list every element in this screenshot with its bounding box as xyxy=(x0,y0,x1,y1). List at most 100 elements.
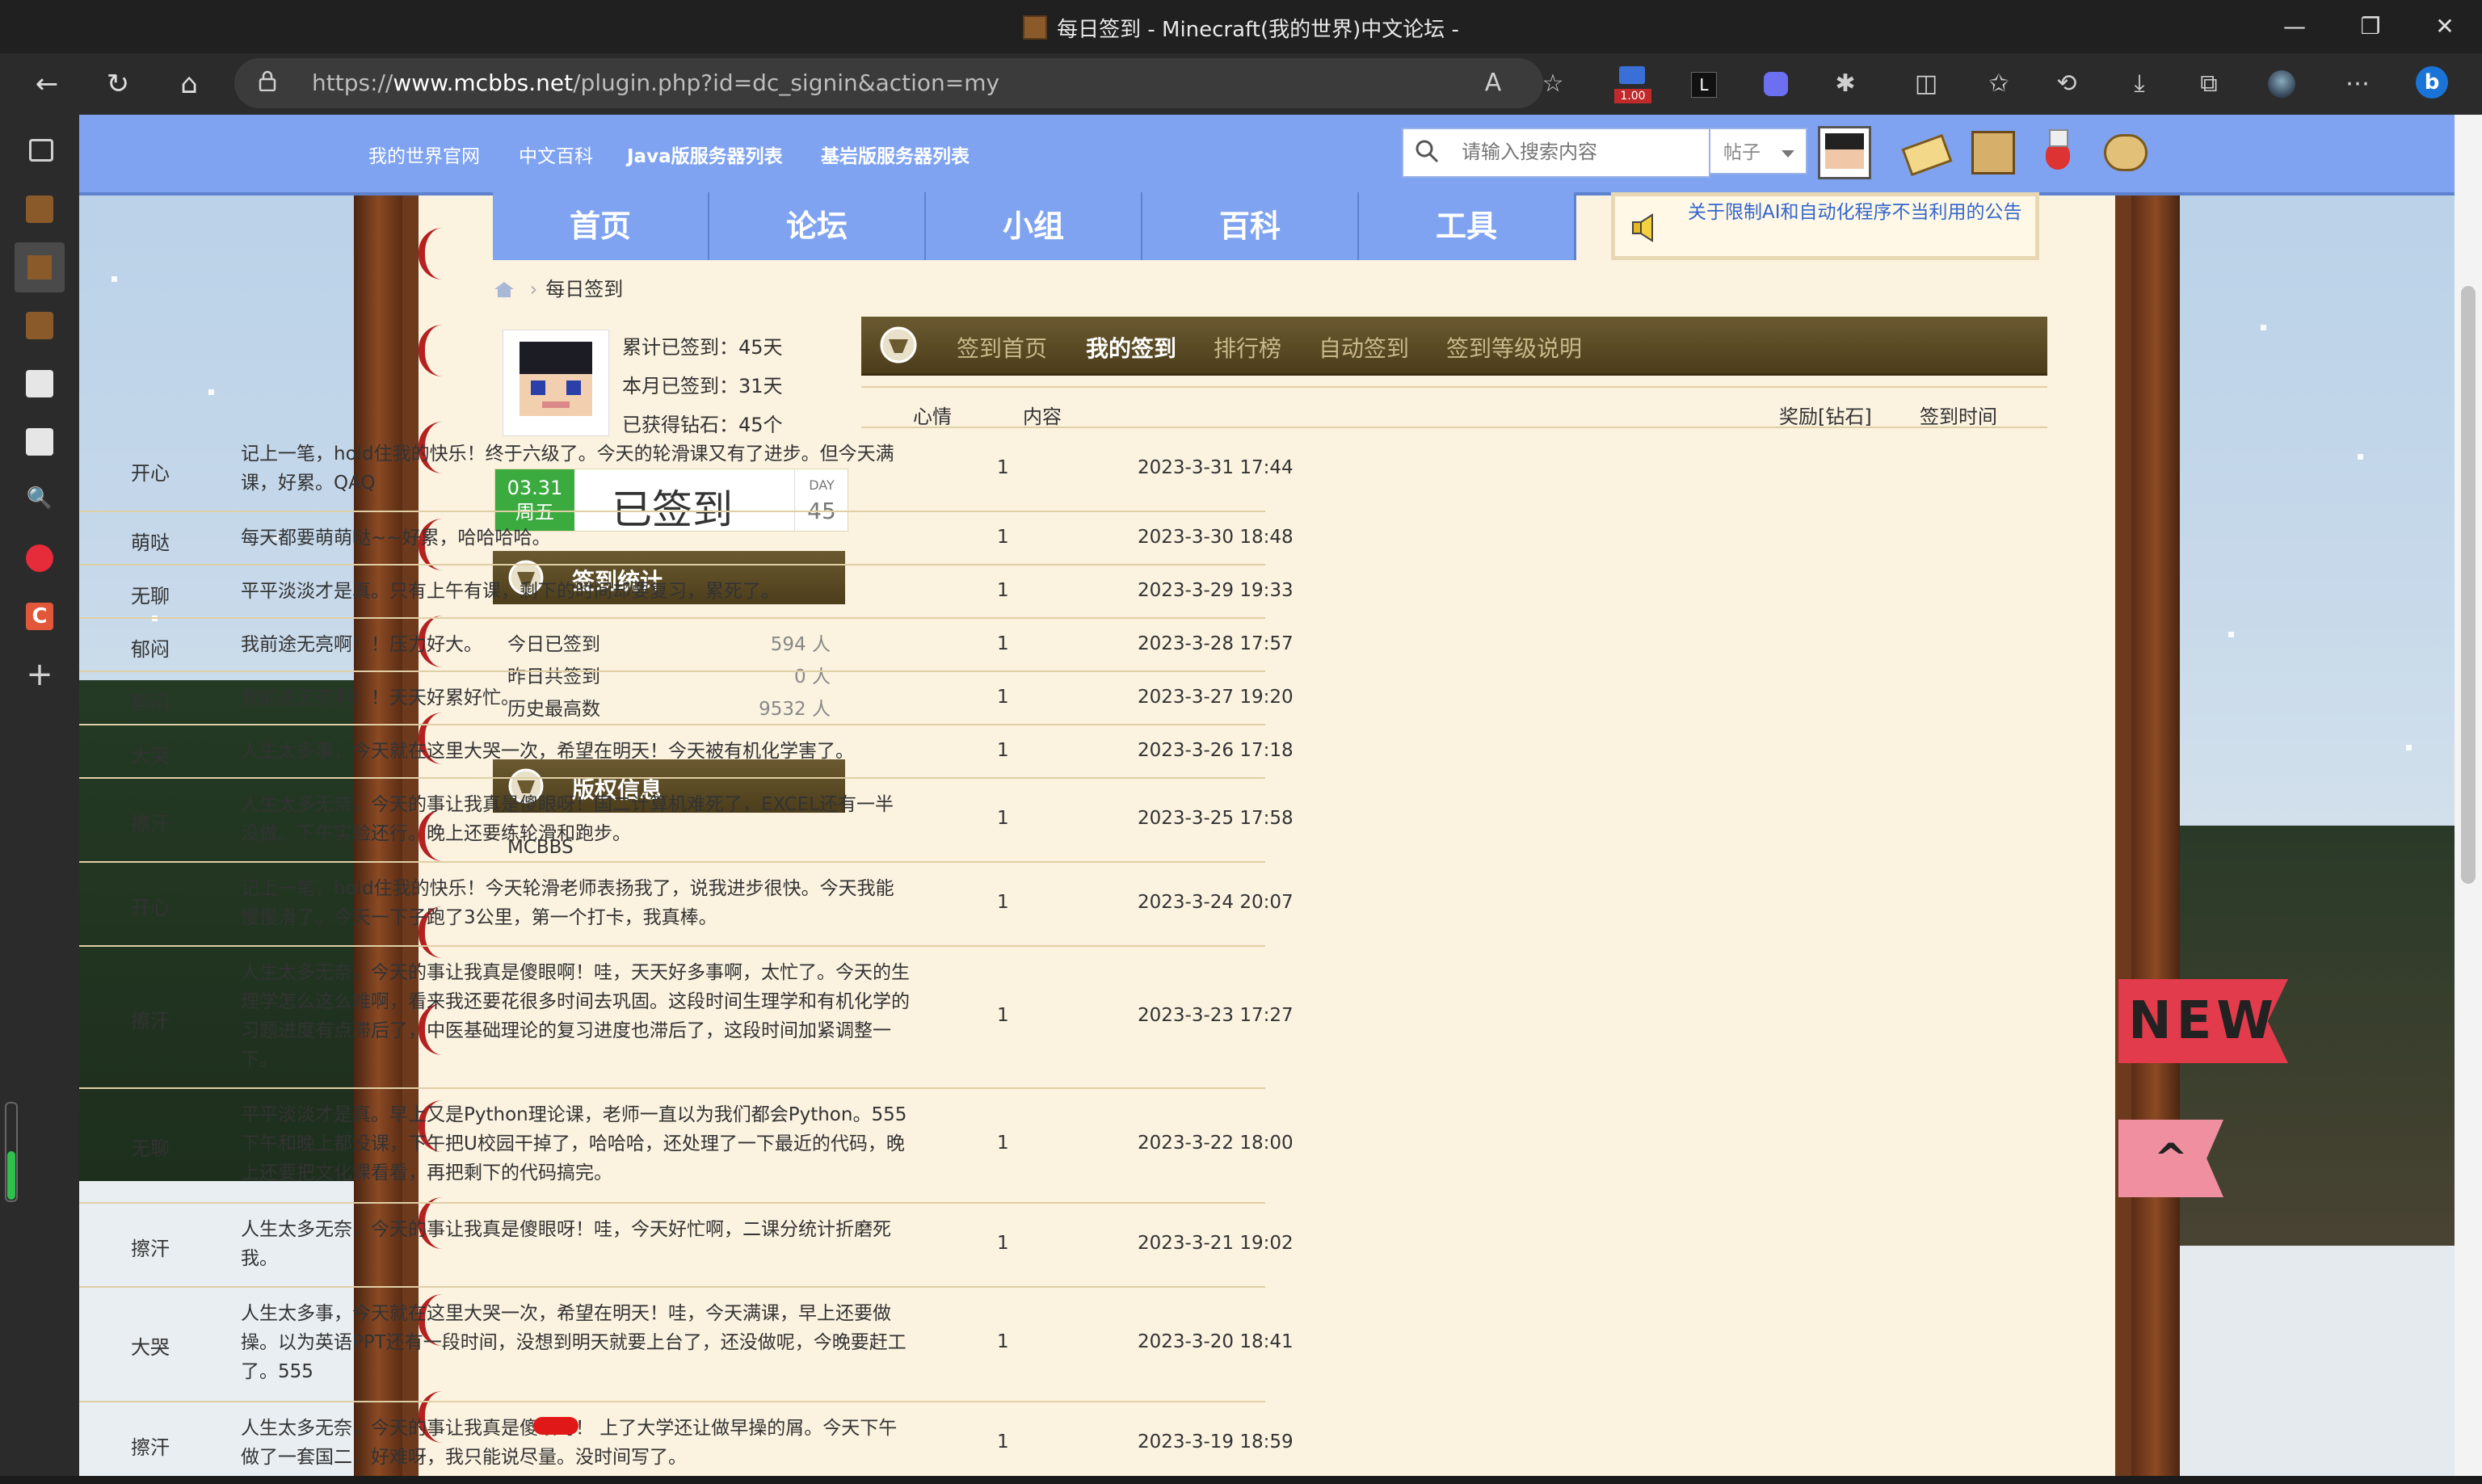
nav-tab-forum[interactable]: 论坛 xyxy=(709,192,927,260)
maximize-button[interactable]: ❐ xyxy=(2346,8,2395,45)
url-text[interactable]: https://www.mcbbs.net/plugin.php?id=dc_s… xyxy=(312,69,999,96)
palette-icon[interactable] xyxy=(2099,126,2148,174)
redaction-mark xyxy=(533,1417,578,1435)
table-row: 郁闷 我前途无亮啊！！压力好大。 1 2023-3-28 17:57 xyxy=(79,619,1294,672)
tab-document-2-icon[interactable] xyxy=(26,428,53,456)
row-content: 记上一笔，hold住我的快乐！终于六级了。今天的轮滑课又有了进步。但今天满课，好… xyxy=(241,444,894,494)
table-row: 大哭 人生太多事，今天就在这里大哭一次，希望在明天！哇，今天满课，早上还要做操。… xyxy=(79,1288,1294,1402)
page-scrollbar[interactable] xyxy=(2455,115,2482,1484)
row-content: 我前途无亮啊！！天天好累好忙。 xyxy=(241,687,520,708)
user-avatar[interactable] xyxy=(503,330,609,436)
close-button[interactable]: ✕ xyxy=(2421,8,2469,45)
row-content: 人生太多事，今天就在这里大哭一次，希望在明天！哇，今天满课，早上还要做操。以为英… xyxy=(241,1303,907,1382)
address-bar[interactable]: https://www.mcbbs.net/plugin.php?id=dc_s… xyxy=(234,58,1543,108)
window-title: 每日签到 - Minecraft(我的世界)中文论坛 - xyxy=(0,13,2482,43)
link-official-site[interactable]: 我的世界官网 xyxy=(368,141,480,168)
read-aloud-icon[interactable]: A xyxy=(1479,69,1508,98)
table-row: 萌哒 每天都要萌萌哒~~好累，哈哈哈哈。 1 2023-3-30 18:48 xyxy=(79,512,1294,565)
new-tab-icon[interactable]: + xyxy=(26,658,53,691)
tab-signin-home[interactable]: 签到首页 xyxy=(957,331,1047,364)
browser-toolbar: ← ↻ ⌂ https://www.mcbbs.net/plugin.php?i… xyxy=(0,53,2482,115)
table-row: 擦汗 人生太多无奈，今天的事让我真是傻眼呀！国二计算机难死了，EXCEL还有一半… xyxy=(79,779,1294,863)
tab-my-signin[interactable]: 我的签到 xyxy=(1086,331,1176,364)
tab-minecraft-3-icon[interactable] xyxy=(26,312,53,339)
forum-search-box xyxy=(1402,128,1710,178)
row-reward: 1 xyxy=(997,1133,1009,1154)
row-time: 2023-3-26 17:18 xyxy=(1138,740,1294,761)
split-screen-icon[interactable]: ◫ xyxy=(1912,69,1941,99)
row-reward: 1 xyxy=(997,527,1009,548)
tab-minecraft-1-icon[interactable] xyxy=(26,195,53,223)
row-content: 我前途无亮啊！！压力好大。 xyxy=(241,634,482,655)
row-mood: 郁闷 xyxy=(131,638,170,661)
extension-purple-icon[interactable] xyxy=(1761,69,1790,99)
nav-tab-wiki[interactable]: 百科 xyxy=(1142,192,1360,260)
nav-tab-home[interactable]: 首页 xyxy=(493,192,710,260)
user-avatar-icon[interactable] xyxy=(1818,126,1871,179)
search-scope-select[interactable]: 帖子 xyxy=(1709,128,1807,174)
header-time: 签到时间 xyxy=(1920,406,1997,428)
back-icon[interactable]: ← xyxy=(27,65,66,103)
row-reward: 1 xyxy=(997,1431,1009,1452)
potion-icon[interactable] xyxy=(2033,126,2081,174)
tab-netease-icon[interactable] xyxy=(26,544,53,572)
row-reward: 1 xyxy=(997,580,1009,601)
home-icon[interactable]: ⌂ xyxy=(170,65,208,103)
announcement-box[interactable]: 关于限制AI和自动化程序不当利用的公告 xyxy=(1611,192,2039,260)
table-row: 开心 记上一笔，hold住我的快乐！终于六级了。今天的轮滑课又有了进步。但今天满… xyxy=(79,428,1294,512)
tab-auto-signin[interactable]: 自动签到 xyxy=(1319,331,1409,364)
table-row: 擦汗 人生太多无奈，今天的事让我真是傻眼啊！哇，天天好多事啊，太忙了。今天的生理… xyxy=(79,947,1294,1089)
extension-video-icon[interactable]: 1.00 xyxy=(1614,61,1651,103)
ticket-icon[interactable] xyxy=(1900,126,1953,177)
row-time: 2023-3-19 18:59 xyxy=(1138,1431,1294,1452)
minimize-button[interactable]: — xyxy=(2270,8,2319,45)
table-top-border xyxy=(861,386,2047,388)
search-icon[interactable] xyxy=(1415,139,1439,163)
row-time: 2023-3-20 18:41 xyxy=(1138,1331,1294,1352)
crafting-block-icon[interactable] xyxy=(1967,126,2015,174)
refresh-icon[interactable]: ↻ xyxy=(99,65,137,103)
tab-actions-icon[interactable] xyxy=(29,139,53,162)
table-row: 大哭 人生太多事，今天就在这里大哭一次，希望在明天！今天被有机化学害了。 1 2… xyxy=(79,725,1294,779)
tab-ranking[interactable]: 排行榜 xyxy=(1214,331,1281,364)
more-icon[interactable]: ⋯ xyxy=(2343,69,2372,99)
copilot-icon[interactable]: b xyxy=(2416,66,2451,102)
search-input[interactable] xyxy=(1460,136,1697,168)
row-mood: 开心 xyxy=(131,462,170,485)
favorites-icon[interactable]: ✩ xyxy=(1984,69,2013,99)
new-badge[interactable]: NEW xyxy=(2118,979,2288,1063)
row-content: 平平淡淡才是真。只有上午有课，剩下的时间却要复习，累死了。 xyxy=(241,581,780,602)
downloads-icon[interactable]: ⤓ xyxy=(2125,69,2154,99)
month-signed-text: 本月已签到：31天 xyxy=(622,375,783,397)
nav-tab-tools[interactable]: 工具 xyxy=(1359,192,1576,260)
nav-tab-groups[interactable]: 小组 xyxy=(926,192,1143,260)
announcement-text[interactable]: 关于限制AI和自动化程序不当利用的公告 xyxy=(1688,201,2027,224)
tab-level-info[interactable]: 签到等级说明 xyxy=(1446,331,1582,364)
row-time: 2023-3-25 17:58 xyxy=(1138,808,1294,829)
row-mood: 萌哒 xyxy=(131,532,170,554)
signin-stamp-icon xyxy=(880,326,917,364)
collections-icon[interactable]: ⧉ xyxy=(2194,69,2223,99)
tab-search-icon[interactable]: 🔍 xyxy=(26,486,53,514)
tab-document-1-icon[interactable] xyxy=(26,370,53,397)
search-scope-value: 帖子 xyxy=(1723,142,1761,163)
row-time: 2023-3-24 20:07 xyxy=(1138,892,1294,913)
row-content: 人生太多无奈，今天的事让我真是傻眼呀！哇，今天好忙啊，二课分统计折磨死我。 xyxy=(241,1219,891,1269)
snowflake xyxy=(2358,454,2363,460)
extensions-icon[interactable]: ✱ xyxy=(1831,69,1860,99)
history-icon[interactable]: ⟲ xyxy=(2052,69,2081,99)
tab-minecraft-active[interactable] xyxy=(15,242,65,292)
link-wiki[interactable]: 中文百科 xyxy=(519,141,593,168)
favorite-add-icon[interactable]: ☆ xyxy=(1538,69,1567,99)
row-time: 2023-3-29 19:33 xyxy=(1138,580,1294,601)
extension-l-icon[interactable]: L xyxy=(1689,69,1718,99)
row-reward: 1 xyxy=(997,1005,1009,1026)
row-mood: 大哭 xyxy=(131,1336,170,1359)
profile-avatar[interactable] xyxy=(2267,69,2296,99)
scrollbar-thumb[interactable] xyxy=(2461,286,2476,884)
home-icon[interactable] xyxy=(493,280,515,298)
total-signed-text: 累计已签到：45天 xyxy=(622,336,783,359)
tab-csdn-icon[interactable]: C xyxy=(26,603,53,630)
link-java-servers[interactable]: Java版服务器列表 xyxy=(627,141,783,168)
link-bedrock-servers[interactable]: 基岩版服务器列表 xyxy=(821,141,970,168)
